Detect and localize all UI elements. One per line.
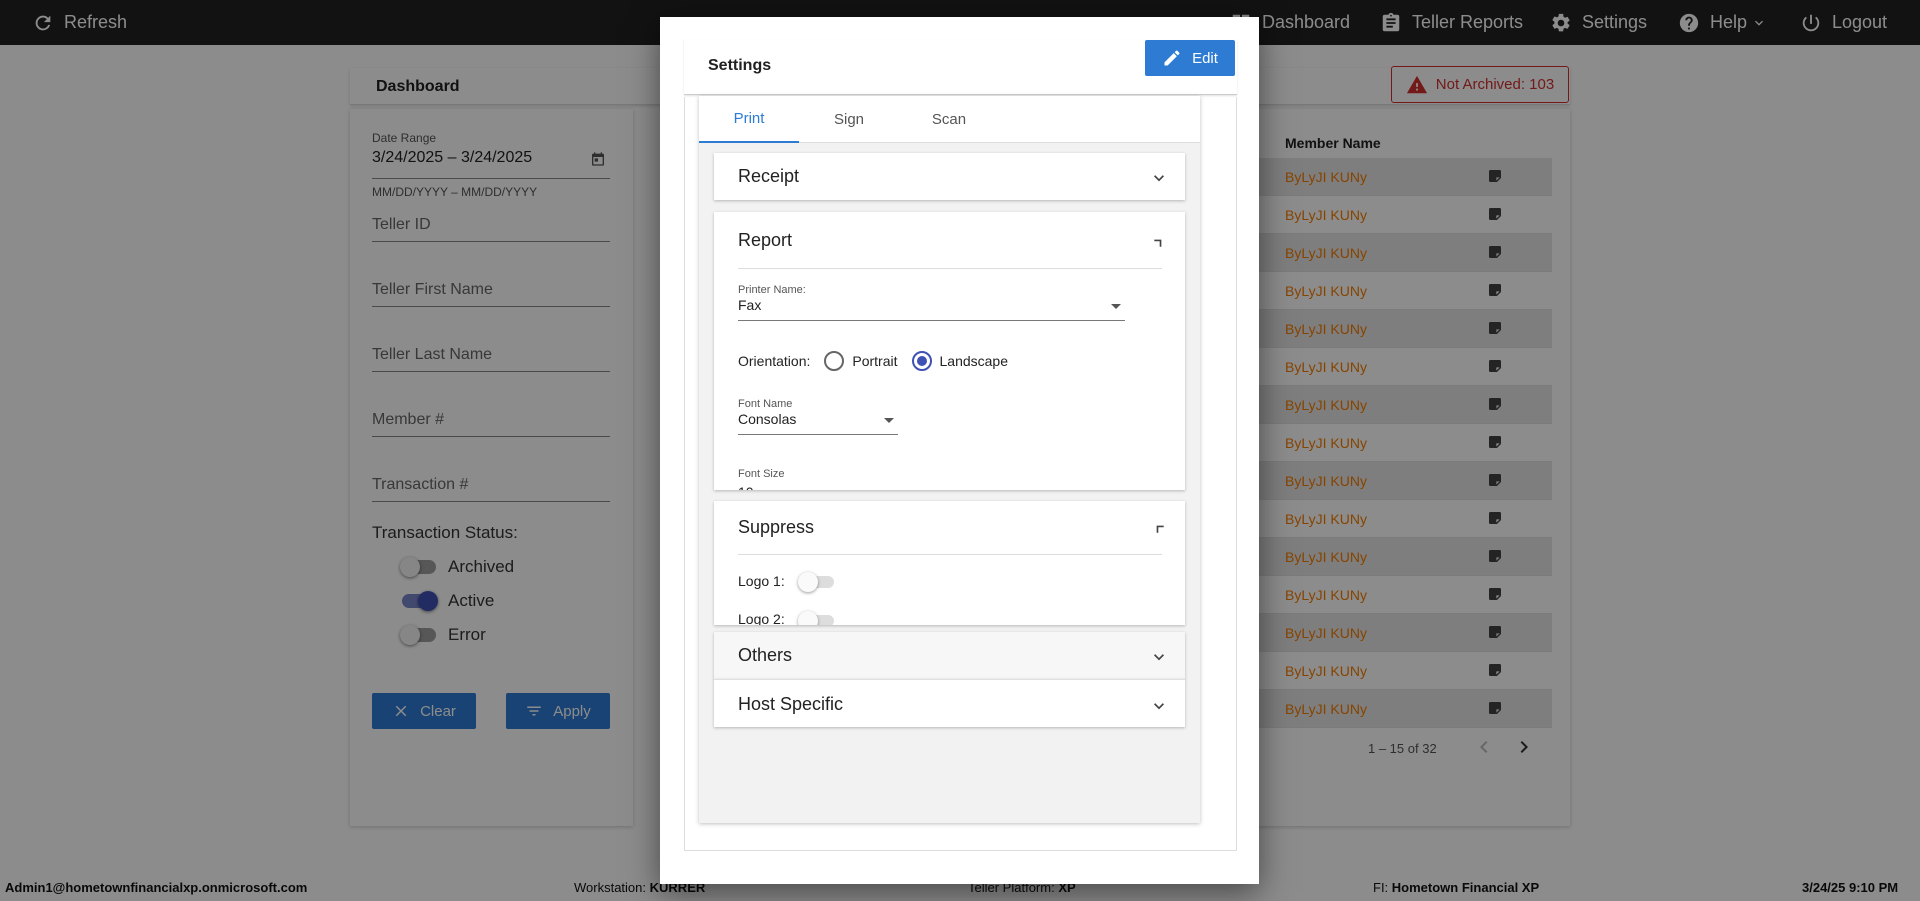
settings-tab-card: Print Sign Scan Receipt Report Printer N…	[699, 96, 1200, 823]
suppress-divider	[738, 554, 1162, 555]
landscape-radio[interactable]	[911, 351, 932, 371]
report-panel: Report Printer Name: Fax Orientation: Po…	[714, 212, 1185, 490]
expand-host-specific-button[interactable]	[1149, 696, 1169, 716]
dropdown-arrow-icon	[1111, 304, 1121, 309]
host-specific-panel[interactable]: Host Specific	[714, 679, 1185, 727]
collapse-suppress-button[interactable]	[1149, 518, 1169, 538]
chevron-down-icon	[1154, 175, 1164, 182]
tab-sign[interactable]: Sign	[799, 96, 899, 143]
suppress-title: Suppress	[738, 517, 815, 537]
portrait-radio[interactable]	[824, 351, 845, 371]
landscape-label: Landscape	[939, 353, 1009, 369]
font-name-select[interactable]: Consolas	[738, 411, 898, 435]
printer-name-label: Printer Name:	[738, 284, 806, 296]
logo2-label: Logo 2:	[738, 611, 785, 625]
chevron-up-icon	[1154, 239, 1162, 247]
orientation-label: Orientation:	[738, 353, 811, 369]
settings-dialog: Settings Edit Print Sign Scan Receipt Re…	[660, 17, 1259, 884]
logo1-toggle[interactable]	[798, 572, 834, 592]
report-title: Report	[738, 230, 793, 250]
font-name-label: Font Name	[738, 398, 793, 410]
dialog-title: Settings	[708, 57, 772, 74]
tab-scan[interactable]: Scan	[899, 96, 999, 143]
font-name-value: Consolas	[738, 411, 797, 427]
font-size-value[interactable]: 10	[738, 484, 754, 490]
chevron-down-icon	[1154, 703, 1164, 710]
report-divider	[738, 268, 1162, 269]
font-size-label: Font Size	[738, 468, 785, 480]
pencil-icon	[1164, 50, 1180, 66]
receipt-panel[interactable]: Receipt	[714, 153, 1185, 200]
portrait-label: Portrait	[852, 353, 898, 369]
tab-print[interactable]: Print	[699, 96, 799, 143]
settings-tabs: Print Sign Scan	[699, 96, 1200, 143]
printer-name-value: Fax	[738, 297, 762, 313]
orientation-radio-group: Orientation: Portrait Landscape	[738, 351, 1008, 371]
logo1-label: Logo 1:	[738, 573, 785, 589]
edit-button[interactable]: Edit	[1145, 40, 1235, 76]
collapse-report-button[interactable]	[1149, 232, 1169, 252]
expand-others-button[interactable]	[1149, 647, 1169, 667]
logo2-toggle[interactable]	[798, 611, 834, 625]
printer-name-select[interactable]: Fax	[738, 297, 1125, 321]
dropdown-arrow-icon	[884, 418, 894, 423]
others-panel[interactable]: Others	[714, 632, 1185, 679]
host-specific-title: Host Specific	[738, 694, 844, 714]
expand-receipt-button[interactable]	[1149, 168, 1169, 188]
edit-label: Edit	[1192, 49, 1218, 67]
suppress-panel: Suppress Logo 1: Logo 2:	[714, 501, 1185, 625]
chevron-down-icon	[1154, 654, 1164, 661]
chevron-up-icon	[1156, 525, 1164, 533]
others-title: Others	[738, 645, 793, 665]
receipt-title: Receipt	[738, 166, 800, 186]
